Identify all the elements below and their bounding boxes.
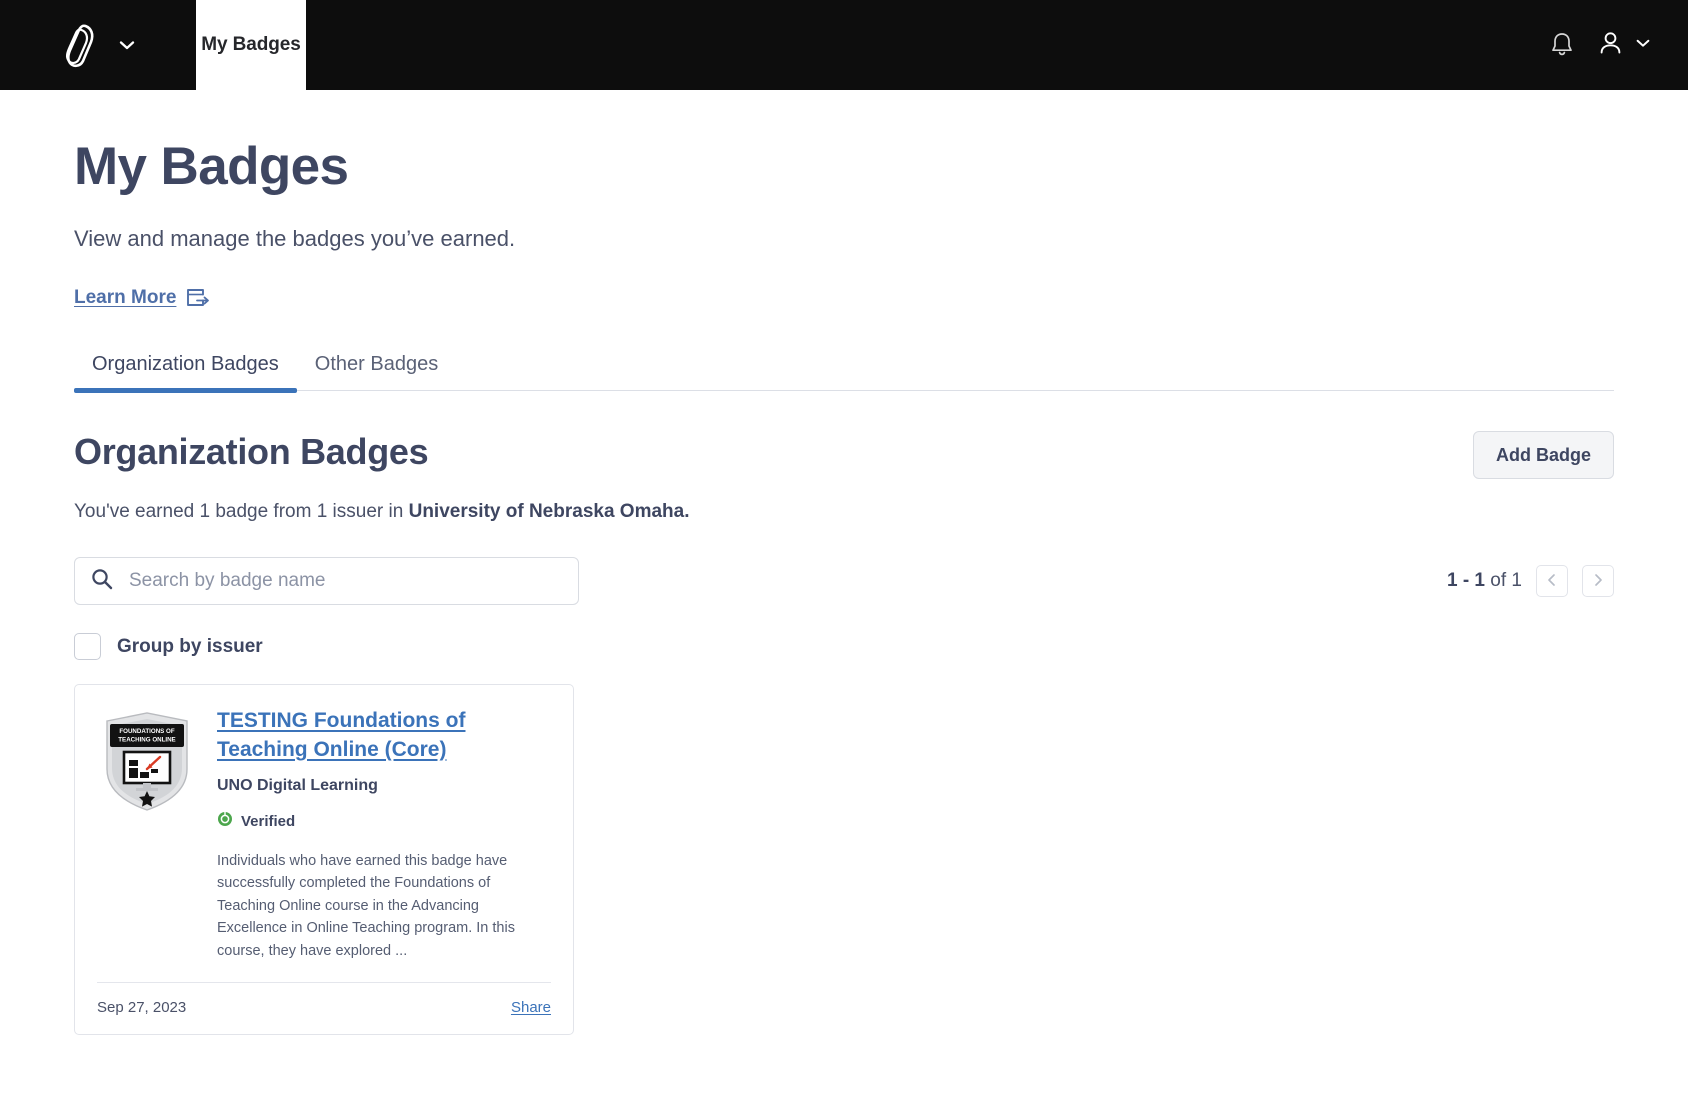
group-by-issuer-row[interactable]: Group by issuer — [74, 633, 263, 661]
badge-card-main: FOUNDATIONS OF TEACHING ONLINE TESTING F… — [75, 685, 573, 978]
nav-actions — [1545, 0, 1688, 90]
pagination: 1 - 1 of 1 — [1447, 565, 1614, 598]
search-icon — [91, 568, 113, 595]
person-icon — [1597, 29, 1624, 62]
learn-more-label: Learn More — [74, 287, 177, 309]
bell-icon — [1549, 31, 1575, 59]
tab-organization-badges[interactable]: Organization Badges — [74, 353, 297, 394]
section-header: Organization Badges Add Badge — [74, 431, 1614, 480]
badge-share-link[interactable]: Share — [511, 999, 551, 1016]
verified-label: Verified — [241, 812, 296, 830]
top-navigation-bar: My Badges — [0, 0, 1688, 90]
page-title: My Badges — [74, 137, 349, 196]
section-title: Organization Badges — [74, 431, 429, 473]
pagination-range: 1 - 1 — [1446, 570, 1486, 592]
search-and-pagination-row: 1 - 1 of 1 — [74, 557, 1614, 606]
badgr-logo-icon — [59, 22, 101, 68]
account-menu-button[interactable] — [1597, 29, 1652, 62]
chevron-down-icon — [117, 35, 137, 55]
group-by-issuer-checkbox[interactable] — [74, 633, 101, 661]
badge-image: FOUNDATIONS OF TEACHING ONLINE — [97, 707, 197, 962]
page-subtitle: View and manage the badges you’ve earned… — [74, 226, 516, 252]
page-content: My Badges View and manage the badges you… — [0, 137, 1688, 1036]
badge-issuer: UNO Digital Learning — [217, 776, 378, 794]
section-description-organization: University of Nebraska Omaha. — [408, 501, 690, 523]
section-description: You've earned 1 badge from 1 issuer in U… — [74, 501, 1614, 523]
verified-status: Verified — [217, 811, 551, 832]
svg-text:FOUNDATIONS OF: FOUNDATIONS OF — [119, 728, 174, 735]
verified-circle-icon — [217, 811, 233, 832]
add-badge-button[interactable]: Add Badge — [1472, 431, 1614, 480]
pagination-next-button[interactable] — [1582, 565, 1614, 598]
pagination-total: of 1 — [1485, 570, 1522, 592]
section-description-prefix: You've earned 1 badge from 1 issuer in — [74, 501, 409, 523]
badge-card-list: FOUNDATIONS OF TEACHING ONLINE TESTING F… — [74, 684, 1614, 1036]
learn-more-row: Learn More — [74, 287, 1614, 309]
chevron-down-icon — [1634, 34, 1652, 57]
badge-name-link[interactable]: TESTING Foundations of Teaching Online (… — [217, 707, 551, 764]
external-link-icon — [186, 287, 210, 309]
pagination-prev-button[interactable] — [1536, 565, 1568, 598]
chevron-right-icon — [1591, 573, 1605, 590]
tab-other-badges[interactable]: Other Badges — [297, 353, 456, 390]
chevron-left-icon — [1545, 573, 1559, 590]
badge-card[interactable]: FOUNDATIONS OF TEACHING ONLINE TESTING F… — [74, 684, 574, 1036]
search-box[interactable] — [74, 557, 579, 606]
badge-card-body: TESTING Foundations of Teaching Online (… — [217, 707, 551, 962]
group-by-issuer-label: Group by issuer — [117, 635, 263, 657]
svg-text:TEACHING ONLINE: TEACHING ONLINE — [118, 737, 175, 744]
nav-tab-my-badges[interactable]: My Badges — [196, 0, 306, 90]
search-input[interactable] — [127, 569, 562, 594]
badge-tabs: Organization Badges Other Badges — [74, 353, 1614, 394]
badge-card-footer: Sep 27, 2023 Share — [75, 983, 573, 1034]
brand-menu-button[interactable] — [0, 0, 196, 90]
badge-description: Individuals who have earned this badge h… — [217, 852, 515, 959]
learn-more-link[interactable]: Learn More — [74, 287, 210, 309]
pagination-label: 1 - 1 of 1 — [1447, 570, 1522, 592]
notifications-button[interactable] — [1545, 27, 1579, 63]
badge-issue-date: Sep 27, 2023 — [97, 999, 187, 1017]
